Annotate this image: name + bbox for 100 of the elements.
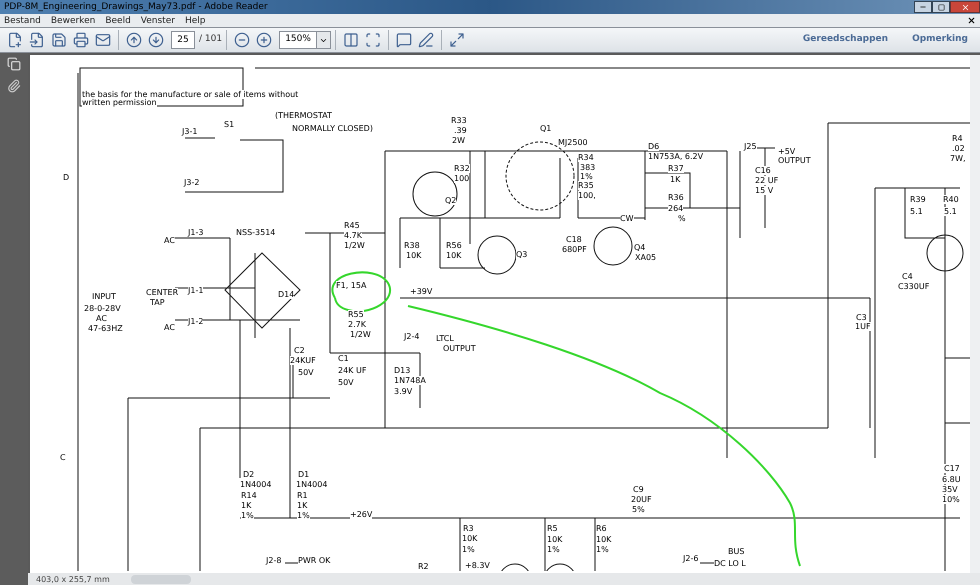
schematic-label: MJ2500: [558, 138, 588, 147]
schematic-label: 2W: [452, 136, 465, 145]
schematic-label: D14: [278, 290, 294, 299]
schematic-label: OUTPUT: [443, 344, 476, 353]
schematic-label: 264: [668, 204, 684, 213]
schematic-label: Q1: [540, 124, 552, 133]
schematic-label: R37: [668, 164, 684, 173]
schematic-label: +8.3V: [465, 561, 490, 570]
schematic-label: R40: [943, 195, 959, 204]
schematic-label: DC LO L: [714, 559, 746, 568]
schematic-label: R33: [451, 116, 467, 125]
schematic-label: R45: [344, 221, 360, 230]
panel-tab[interactable]: Gereedschappen: [802, 33, 888, 47]
schematic-label: J1-1: [188, 286, 204, 295]
schematic-label: 7W,: [950, 154, 966, 163]
schematic-label: 1N748A: [394, 376, 426, 385]
schematic-label: J3-2: [184, 178, 200, 187]
schematic-label: 50V: [298, 368, 314, 377]
schematic-label: 15 V: [755, 186, 774, 195]
schematic-label: %: [678, 214, 686, 223]
schematic-label: 1N753A, 6.2V: [648, 152, 704, 161]
schematic-label: 1%: [547, 545, 560, 554]
schematic-label: 100: [454, 174, 470, 183]
schematic-label: 5.1: [910, 207, 923, 216]
schematic-label: R5: [547, 524, 558, 533]
schematic-label: 100,: [578, 191, 596, 200]
close-button[interactable]: [950, 1, 980, 13]
maximize-button[interactable]: [932, 1, 950, 13]
schematic-label: J1-2: [188, 317, 204, 326]
schematic-label: R4: [952, 134, 963, 143]
schematic-label: D: [63, 173, 70, 182]
schematic-label: NSS-3514: [236, 228, 276, 237]
schematic-label: C2: [294, 346, 305, 355]
schematic-label: C330UF: [898, 282, 930, 291]
schematic-label: LTCL: [436, 334, 454, 343]
schematic-label: C4: [902, 272, 913, 281]
panel-tab[interactable]: Opmerking: [912, 33, 968, 47]
schematic-label: F1, 15A: [336, 281, 366, 290]
schematic-label: 1UF: [855, 322, 871, 331]
pages-icon[interactable]: [7, 57, 21, 71]
horizontal-scrollbar[interactable]: [131, 574, 191, 584]
schematic-label: PWR OK: [298, 556, 330, 565]
close-document-icon[interactable]: [967, 16, 976, 25]
menu-item[interactable]: Bestand: [4, 16, 41, 26]
schematic-label: C18: [566, 235, 582, 244]
maximize-icon: [938, 4, 944, 10]
schematic-label: 10%: [942, 495, 960, 504]
schematic-label: 1N4004: [240, 480, 272, 489]
schematic-label: 1%: [580, 172, 593, 181]
minimize-button[interactable]: [914, 1, 932, 13]
schematic-label: S1: [224, 120, 234, 129]
schematic-label: the basis for the manufacture or sale of items without: [82, 90, 298, 99]
schematic-label: +39V: [410, 287, 432, 296]
schematic-label: 1%: [596, 545, 609, 554]
vertical-scrollbar[interactable]: [970, 55, 980, 573]
schematic-label: R38: [404, 241, 420, 250]
schematic-label: 1%: [241, 511, 254, 520]
schematic-label: C: [60, 453, 66, 462]
schematic-label: .39: [454, 126, 467, 135]
page-size-label: 403,0 x 255,7 mm: [35, 574, 111, 584]
schematic-label: 1N4004: [296, 480, 328, 489]
schematic-label: (THERMOSTAT: [275, 111, 332, 120]
zoom-field[interactable]: 150%: [279, 31, 332, 49]
schematic-label: 28-0-28V: [84, 304, 121, 313]
schematic-label: 10K: [406, 251, 422, 260]
schematic-label: C17: [944, 464, 960, 473]
schematic-label: INPUT: [92, 292, 116, 301]
schematic-label: 6.8U: [942, 475, 961, 484]
schematic-label: .02: [952, 144, 965, 153]
page-number-field[interactable]: 25: [171, 31, 195, 49]
schematic-label: 10K: [462, 534, 478, 543]
schematic-label: R55: [348, 310, 364, 319]
schematic-label: R1: [297, 491, 308, 500]
schematic-label: D1: [298, 470, 310, 479]
schematic-label: 1/2W: [344, 241, 365, 250]
schematic-label: Q3: [516, 250, 528, 259]
schematic-label: C1: [338, 354, 349, 363]
schematic-label: 20UF: [631, 495, 652, 504]
schematic-label: +26V: [350, 510, 372, 519]
menu-item[interactable]: Venster: [140, 16, 175, 26]
schematic-label: 1%: [297, 511, 310, 520]
schematic-label: D6: [648, 142, 660, 151]
schematic-label: 10K: [446, 251, 462, 260]
menu-item[interactable]: Help: [184, 16, 206, 26]
schematic-label: 4.7K: [344, 231, 362, 240]
schematic-label: 1/2W: [350, 330, 371, 339]
schematic-label: 1%: [462, 545, 475, 554]
menu-item[interactable]: Bewerken: [50, 16, 96, 26]
schematic-label: R56: [446, 241, 462, 250]
schematic-label: R35: [578, 181, 594, 190]
schematic-label: R14: [241, 491, 257, 500]
schematic-label: J2-8: [266, 556, 282, 565]
schematic-label: C9: [633, 485, 644, 494]
menu-item[interactable]: Beeld: [105, 16, 131, 26]
schematic-label: 1K: [670, 175, 680, 184]
schematic-label: R6: [596, 524, 607, 533]
close-icon: [960, 2, 970, 12]
attachment-icon[interactable]: [7, 79, 21, 93]
page-count: / 101: [199, 33, 222, 46]
schematic-label: 2.7K: [348, 320, 366, 329]
